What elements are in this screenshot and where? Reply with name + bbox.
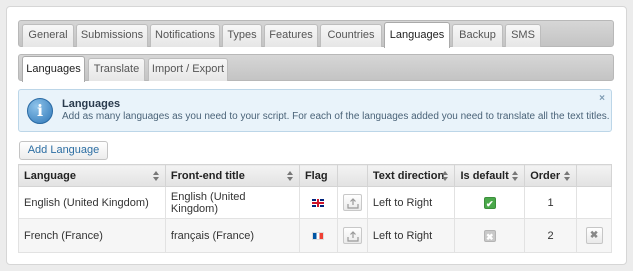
cell-flag (298, 186, 338, 219)
cell-is-default: ✔ (454, 186, 526, 219)
sort-icon (152, 169, 160, 183)
column-header-label: Language (24, 169, 76, 182)
tab-features[interactable]: Features (264, 24, 318, 47)
column-header-direction[interactable]: Text direction (366, 164, 456, 187)
default-unchecked-icon[interactable]: ✖ (483, 229, 496, 242)
cell-actions (576, 186, 612, 219)
tab-languages[interactable]: Languages (384, 22, 450, 48)
upload-icon (347, 231, 359, 242)
cell-actions: ✖ (576, 218, 612, 253)
subtab-languages[interactable]: Languages (22, 56, 85, 82)
table-header-row: Language Front-end title Flag Text direc… (18, 164, 612, 187)
close-icon[interactable]: × (599, 93, 605, 104)
flag-fr-icon (312, 231, 325, 240)
column-header-label: Text direction (372, 169, 445, 182)
info-text: Add as many languages as you need to you… (62, 111, 610, 122)
cell-direction: Left to Right (366, 218, 456, 253)
tab-countries[interactable]: Countries (320, 24, 382, 47)
cell-upload (336, 218, 368, 253)
column-header-label: Order (530, 169, 561, 182)
info-title: Languages (62, 98, 121, 110)
table-row: English (United Kingdom) English (United… (18, 186, 612, 219)
column-header-language[interactable]: Language (18, 164, 166, 187)
add-language-button[interactable]: Add Language (19, 141, 108, 160)
languages-table: Language Front-end title Flag Text direc… (18, 164, 612, 253)
cell-flag (298, 218, 338, 253)
sub-tab-bar: Languages Translate Import / Export (18, 54, 614, 82)
cell-language: English (United Kingdom) (18, 186, 166, 219)
column-header-is-default[interactable]: Is default (454, 164, 526, 187)
column-header-label: Is default (460, 169, 509, 182)
upload-flag-button[interactable] (342, 227, 362, 244)
cell-is-default: ✖ (454, 218, 526, 253)
table-row: French (France) français (France) Left t… (18, 218, 612, 253)
column-header-actions (576, 164, 612, 187)
cell-direction: Left to Right (366, 186, 456, 219)
flag-uk-icon (312, 198, 325, 207)
cell-order: 1 (524, 186, 578, 219)
default-checked-icon[interactable]: ✔ (483, 196, 496, 209)
upload-flag-button[interactable] (342, 194, 362, 211)
column-header-order[interactable]: Order (524, 164, 578, 187)
tab-types[interactable]: Types (222, 24, 262, 47)
cell-upload (336, 186, 368, 219)
info-box: i Languages Add as many languages as you… (18, 89, 612, 132)
sort-icon (564, 169, 571, 183)
sort-icon (442, 169, 449, 183)
tab-general[interactable]: General (22, 24, 74, 47)
delete-language-button[interactable]: ✖ (585, 227, 603, 244)
cell-language: French (France) (18, 218, 166, 253)
column-header-label: Front-end title (170, 169, 245, 182)
sort-icon (286, 169, 294, 183)
column-header-title[interactable]: Front-end title (164, 164, 300, 187)
subtab-translate[interactable]: Translate (88, 58, 145, 81)
sort-icon (512, 169, 519, 183)
column-header-upload (336, 164, 368, 187)
tab-sms[interactable]: SMS (505, 24, 541, 47)
cell-title: English (United Kingdom) (164, 186, 300, 219)
tab-submissions[interactable]: Submissions (76, 24, 148, 47)
subtab-import-export[interactable]: Import / Export (148, 58, 228, 81)
tab-notifications[interactable]: Notifications (150, 24, 220, 47)
cell-title: français (France) (164, 218, 300, 253)
main-tab-bar: General Submissions Notifications Types … (18, 20, 614, 48)
tab-backup[interactable]: Backup (452, 24, 503, 47)
cell-order: 2 (524, 218, 578, 253)
upload-icon (347, 198, 359, 209)
info-icon: i (27, 98, 53, 124)
column-header-label: Flag (304, 169, 328, 182)
column-header-flag: Flag (298, 164, 338, 187)
